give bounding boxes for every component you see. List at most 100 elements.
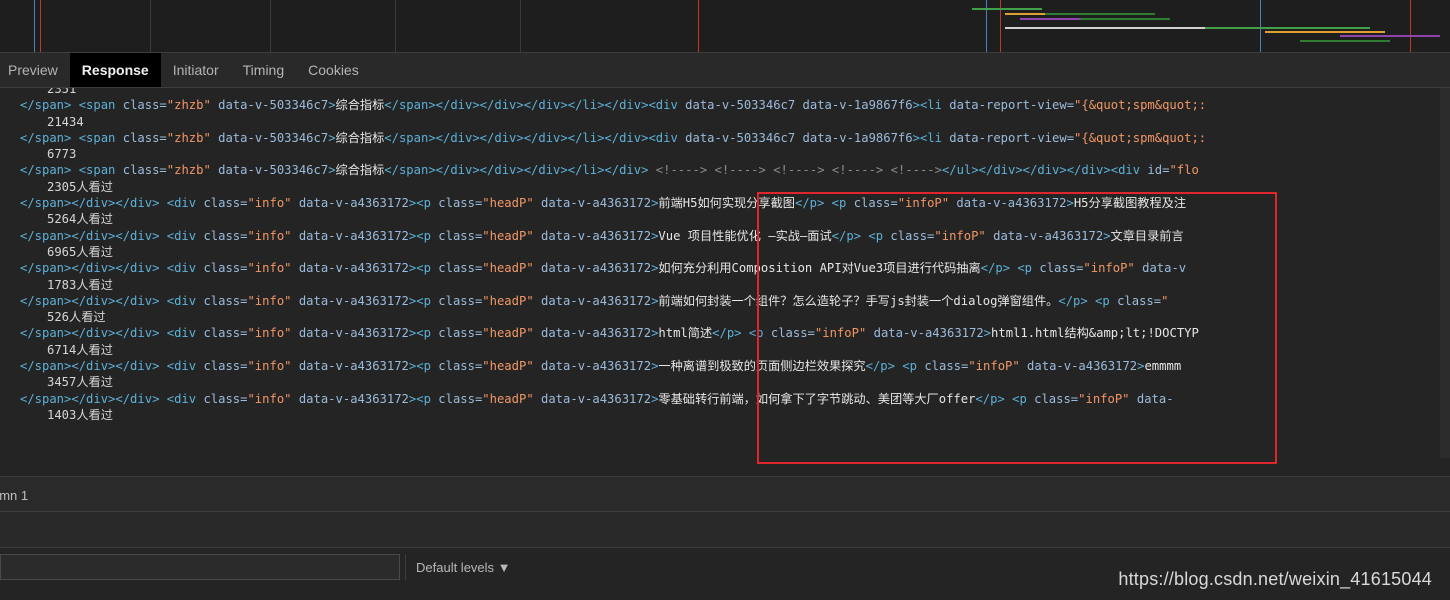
code-token: class=: [1117, 293, 1162, 308]
code-token: ><p: [408, 228, 439, 243]
code-token: ><p: [408, 293, 439, 308]
response-line-markup: </span></div></div> <div class="info" da…: [0, 358, 1440, 374]
code-token: class=: [438, 261, 483, 276]
code-token: data-v: [1134, 261, 1187, 276]
code-token: "info": [247, 326, 292, 341]
code-token: </p> <p: [712, 326, 771, 341]
response-line-markup: </span> <span class="zhzb" data-v-503346…: [0, 97, 1440, 113]
code-token: class=: [438, 326, 483, 341]
code-token: </p> <p: [980, 261, 1040, 276]
code-token: data-v-a4363172: [291, 293, 409, 308]
code-token: class=: [203, 326, 248, 341]
code-token: data-v-a4363172: [533, 261, 652, 276]
code-token: 如何充分利用Composition API对Vue3项目进行代码抽离: [658, 261, 981, 276]
code-token: data-v-a4363172: [866, 326, 984, 341]
code-token: "headP": [482, 228, 534, 243]
response-line-markup: </span> <span class="zhzb" data-v-503346…: [0, 130, 1440, 146]
response-line-markup: </span></div></div> <div class="info" da…: [0, 228, 1440, 244]
code-token: data-: [1129, 391, 1174, 406]
code-token: data-v-a4363172: [533, 326, 652, 341]
code-token: data-v-a4363172: [533, 228, 652, 243]
code-token: >: [983, 326, 992, 341]
network-waterfall-overview[interactable]: [0, 0, 1450, 52]
code-token: >: [1103, 228, 1111, 243]
code-token: 前端H5如何实现分享截图: [658, 196, 795, 211]
timeline-gridline: [395, 0, 396, 52]
code-token: class=: [203, 196, 248, 211]
code-token: data-v-a4363172: [291, 326, 409, 341]
response-line-count: 1403人看过: [47, 407, 113, 422]
code-token: data-v-a4363172: [291, 196, 409, 211]
code-token: "headP": [482, 196, 534, 211]
code-token: ><p: [408, 196, 439, 211]
code-token: </p> <p: [865, 359, 925, 374]
timeline-request-bar: [1340, 35, 1440, 37]
code-token: class=: [1034, 391, 1079, 406]
code-token: data-report-view=: [949, 98, 1075, 113]
timeline-request-bar: [1045, 13, 1155, 15]
response-line-count: 5264人看过: [47, 212, 113, 227]
timeline-dom-marker: [698, 0, 699, 52]
code-token: "headP": [482, 293, 534, 308]
timeline-request-bar: [1080, 18, 1170, 20]
response-line-count: 6714人看过: [47, 342, 113, 357]
response-body-viewer[interactable]: 2351 </span> <span class="zhzb" data-v-50…: [0, 88, 1440, 458]
code-token: ><p: [408, 359, 439, 374]
response-line-count: 21434: [47, 114, 84, 129]
timeline-gridline: [1260, 0, 1261, 52]
tab-timing[interactable]: Timing: [231, 53, 297, 87]
code-token: 一种离谱到极致的页面侧边栏效果探究: [658, 359, 866, 374]
tab-preview[interactable]: Preview: [0, 53, 70, 87]
code-token: data-v-a4363172: [949, 196, 1067, 211]
code-token: "flo: [1169, 163, 1199, 178]
code-token: </p> <p: [831, 228, 891, 243]
code-token: 零基础转行前端，如何拿下了字节跳动、美团等大厂offer: [658, 391, 976, 406]
timeline-gridline: [270, 0, 271, 52]
tab-cookies[interactable]: Cookies: [296, 53, 371, 87]
code-token: "zhzb": [166, 163, 211, 178]
response-scrollbar[interactable]: [1440, 88, 1450, 458]
timeline-request-bar: [972, 8, 1042, 10]
code-token: </p> <p: [794, 196, 854, 211]
code-token: </p> <p: [1058, 293, 1118, 308]
timeline-request-bar: [1005, 13, 1045, 15]
code-token: "headP": [482, 359, 534, 374]
code-token: ": [1161, 293, 1169, 308]
code-token: </span> <span: [20, 98, 123, 113]
code-token: "infoP": [897, 196, 950, 211]
code-token: "infoP": [968, 359, 1020, 374]
code-token: data-v-a4363172: [533, 293, 652, 308]
response-line-count: 6965人看过: [47, 244, 113, 259]
code-token: data-v-a4363172: [291, 391, 409, 406]
log-levels-dropdown[interactable]: Default levels ▼: [416, 560, 511, 575]
code-token: "info": [247, 359, 292, 374]
code-token: 前端如何封装一个组件？怎么造轮子？手写js封装一个dialog弹窗组件。: [658, 293, 1059, 308]
code-token: "infoP": [1078, 391, 1130, 406]
timeline-load-marker: [1410, 0, 1411, 52]
response-line-count: 2305人看过: [47, 179, 113, 194]
code-token: "info": [247, 261, 292, 276]
code-token: data-v-a4363172: [985, 228, 1104, 243]
code-token: </span></div></div></div></li></div><div: [384, 130, 686, 145]
timeline-gridline: [150, 0, 151, 52]
tab-initiator[interactable]: Initiator: [161, 53, 231, 87]
code-token: emmmm: [1144, 359, 1182, 374]
response-line-markup: </span></div></div> <div class="info" da…: [0, 325, 1440, 341]
console-filter-input[interactable]: [0, 554, 400, 580]
code-token: class=: [122, 98, 167, 113]
code-token: class=: [203, 391, 248, 406]
code-token: "headP": [482, 391, 534, 406]
response-line-count: 6773: [47, 147, 77, 162]
tab-response[interactable]: Response: [69, 53, 161, 87]
code-token: class=: [438, 293, 483, 308]
code-token: ><li: [912, 130, 950, 145]
code-token: class=: [438, 391, 483, 406]
code-token: class=: [853, 196, 898, 211]
code-token: data-v-a4363172: [291, 228, 409, 243]
code-token: data-v-a4363172: [1019, 359, 1138, 374]
code-token: data-v-a4363172: [533, 359, 652, 374]
timeline-request-bar: [1005, 27, 1205, 29]
code-token: "info": [247, 196, 292, 211]
code-token: class=: [203, 228, 248, 243]
code-token: </span></div></div> <div: [20, 326, 204, 341]
